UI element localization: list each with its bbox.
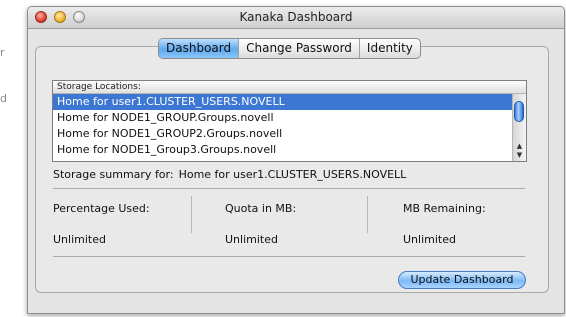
storage-summary-label: Storage summary for: bbox=[53, 168, 174, 181]
list-item[interactable]: Home for NODE1_GROUP2.Groups.novell bbox=[53, 126, 513, 142]
window-title: Kanaka Dashboard bbox=[239, 10, 353, 24]
tab-dashboard[interactable]: Dashboard bbox=[159, 39, 239, 58]
background-text-fragment: r bbox=[0, 46, 5, 59]
update-dashboard-button[interactable]: Update Dashboard bbox=[398, 271, 526, 289]
title-bar[interactable]: Kanaka Dashboard bbox=[28, 7, 564, 29]
column-divider bbox=[367, 196, 368, 233]
scroll-up-arrow-icon[interactable]: ▲ bbox=[514, 142, 525, 151]
mb-remaining-value: Unlimited bbox=[403, 233, 456, 246]
tab-bar: Dashboard Change Password Identity bbox=[158, 38, 421, 59]
storage-summary: Storage summary for: Home for user1.CLUST… bbox=[53, 168, 406, 181]
quota-value: Unlimited bbox=[225, 233, 278, 246]
list-item[interactable]: Home for NODE1_Group3.Groups.novell bbox=[53, 142, 513, 158]
tab-identity[interactable]: Identity bbox=[358, 39, 420, 58]
tab-change-password[interactable]: Change Password bbox=[238, 39, 359, 58]
scroll-thumb[interactable] bbox=[514, 101, 524, 122]
list-column-header: Storage Locations: bbox=[53, 81, 526, 94]
scroll-down-arrow-icon[interactable]: ▼ bbox=[514, 151, 525, 160]
percentage-used-value: Unlimited bbox=[53, 233, 106, 246]
divider bbox=[53, 256, 525, 257]
divider bbox=[53, 188, 525, 189]
dashboard-window: Kanaka Dashboard Dashboard Change Passwo… bbox=[27, 6, 565, 314]
quota-label: Quota in MB: bbox=[225, 202, 297, 215]
list-item[interactable]: Home for user1.CLUSTER_USERS.NOVELL bbox=[53, 94, 513, 110]
column-divider bbox=[191, 196, 192, 233]
mb-remaining-label: MB Remaining: bbox=[403, 202, 486, 215]
list-scrollbar[interactable]: ▲ ▼ bbox=[512, 94, 526, 161]
percentage-used-label: Percentage Used: bbox=[53, 202, 150, 215]
list-item[interactable]: Home for NODE1_GROUP.Groups.novell bbox=[53, 110, 513, 126]
storage-locations-list[interactable]: Storage Locations: Home for user1.CLUSTE… bbox=[52, 80, 527, 162]
storage-summary-value: Home for user1.CLUSTER_USERS.NOVELL bbox=[178, 168, 407, 181]
background-text-fragment: d bbox=[0, 92, 7, 105]
